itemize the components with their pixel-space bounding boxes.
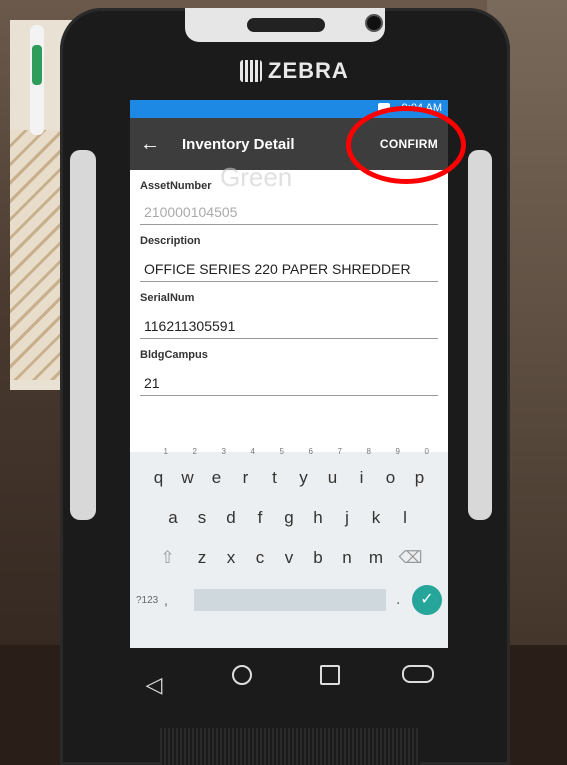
key-g[interactable]: g [275,498,304,538]
key-period[interactable]: . [396,591,412,609]
key-w[interactable]: 2w [173,448,202,498]
key-f[interactable]: f [246,498,275,538]
key-z[interactable]: z [188,538,217,578]
bldg-campus-field[interactable]: 21 [140,361,438,396]
circle-home-icon [232,665,252,685]
key-d[interactable]: d [217,498,246,538]
key-o[interactable]: 9o [376,448,405,498]
nav-recent-button[interactable] [310,665,350,705]
shift-icon[interactable]: ⇧ [148,538,188,578]
key-q[interactable]: 1q [144,448,173,498]
serial-num-label: SerialNum [140,292,195,304]
key-c[interactable]: c [246,538,275,578]
symbols-key[interactable]: ?123 [136,595,164,606]
brand-logo: ZEBRA [240,58,349,84]
camera-icon [365,14,383,32]
zebra-logo-icon [240,60,262,82]
key-i[interactable]: 8i [347,448,376,498]
system-nav-bar: ◁ [110,650,462,720]
key-k[interactable]: k [362,498,391,538]
square-recent-icon [320,665,340,685]
key-r[interactable]: 4r [231,448,260,498]
pen-cap [32,45,42,85]
arrow-left-icon[interactable]: ← [130,133,170,156]
device-grip-left [70,150,96,520]
keyboard-row-1: 1q 2w 3e 4r 5t 6y 7u 8i 9o 0p [130,448,448,498]
bldg-campus-label: BldgCampus [140,349,208,361]
description-label: Description [140,235,201,247]
key-v[interactable]: v [275,538,304,578]
key-b[interactable]: b [304,538,333,578]
key-l[interactable]: l [391,498,420,538]
key-h[interactable]: h [304,498,333,538]
red-annotation-circle [346,106,466,184]
key-m[interactable]: m [362,538,391,578]
triangle-back-icon[interactable]: ◁ [134,665,174,705]
key-j[interactable]: j [333,498,362,538]
space-bar[interactable] [194,589,386,611]
inventory-form: Green AssetNumber 210000104505 Descripti… [130,162,448,396]
asset-number-field: 210000104505 [140,192,438,225]
keyboard-row-2: a s d f g h j k l [130,498,448,538]
speaker-slot [247,18,325,32]
backspace-icon[interactable]: ⌫ [391,538,431,578]
nav-keyboard-button[interactable] [398,665,438,705]
key-e[interactable]: 3e [202,448,231,498]
nav-home-button[interactable] [222,665,262,705]
key-x[interactable]: x [217,538,246,578]
scanner-head [185,8,385,42]
keyboard-bottom-row: ?123 , . ✓ [130,578,448,622]
key-y[interactable]: 6y [289,448,318,498]
key-a[interactable]: a [159,498,188,538]
speaker-grille [160,728,420,765]
checkmark-icon[interactable]: ✓ [412,585,442,615]
device-grip-right [468,150,492,520]
key-comma[interactable]: , [164,592,184,608]
key-t[interactable]: 5t [260,448,289,498]
description-field[interactable]: OFFICE SERIES 220 PAPER SHREDDER [140,247,438,282]
brand-name: ZEBRA [268,58,349,83]
background-watermark-text: Green [220,162,293,192]
keyboard-toggle-icon [402,665,434,683]
key-u[interactable]: 7u [318,448,347,498]
key-p[interactable]: 0p [405,448,434,498]
key-n[interactable]: n [333,538,362,578]
serial-num-field[interactable]: 116211305591 [140,304,438,339]
keyboard-row-3: ⇧ z x c v b n m ⌫ [130,538,448,578]
soft-keyboard: 1q 2w 3e 4r 5t 6y 7u 8i 9o 0p a s d f g … [130,448,448,648]
key-s[interactable]: s [188,498,217,538]
